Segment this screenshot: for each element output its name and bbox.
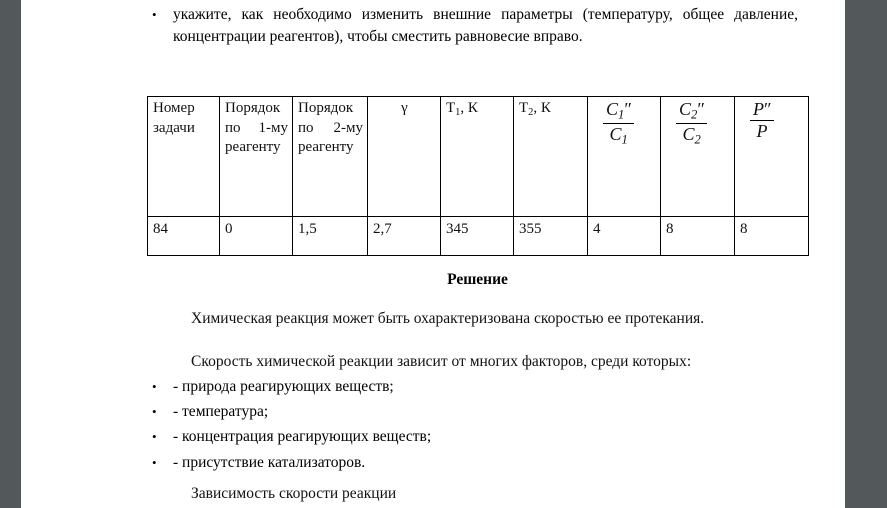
list-item-label: - температура; — [173, 403, 269, 421]
bullet-icon: • — [152, 454, 157, 470]
header-text: Порядок по 1-му реагенту — [225, 100, 288, 155]
list-item: • укажите, как необходимо изменить внешн… — [152, 4, 798, 47]
fraction-c1: C1″ C1 — [603, 99, 635, 147]
list-item-label: - концентрация реагирующих веществ; — [173, 428, 432, 446]
list-item-label: укажите, как необходимо изменить внешние… — [173, 6, 798, 45]
table-cell-order-2: 1,5 — [292, 216, 368, 256]
table-cell-gamma: 2,7 — [367, 216, 441, 256]
table-cell-c2-ratio: 8 — [660, 216, 735, 256]
fraction-denominator: C2 — [676, 122, 708, 147]
header-text: Порядок по 2-му реагенту — [298, 100, 363, 155]
fraction-p: P″ P — [750, 100, 774, 141]
table-row: 84 0 1,5 2,7 345 355 4 8 8 — [147, 216, 809, 256]
table-header-cell-pressure-ratio: P″ P — [734, 96, 809, 217]
paragraph-factors-intro: Скорость химической реакции зависит от м… — [191, 353, 692, 370]
list-item: • - присутствие катализаторов. — [152, 450, 798, 475]
intro-bullet-list: • укажите, как необходимо изменить внешн… — [152, 4, 798, 47]
factors-bullet-list: • - природа реагирующих веществ; • - тем… — [152, 374, 798, 475]
bullet-icon: • — [152, 429, 157, 445]
fraction-numerator: C1″ — [606, 99, 632, 122]
table-header-cell-concentration-ratio-1: C1″ C1 — [587, 96, 661, 217]
table-header-cell-gamma: γ — [367, 96, 441, 217]
fraction-numerator: C2″ — [679, 99, 705, 122]
fraction-denominator: C1 — [603, 122, 635, 147]
list-item: • - концентрация реагирующих веществ; — [152, 424, 798, 449]
header-text: Номер задачи — [153, 100, 195, 136]
header-text: T2, К — [519, 100, 551, 118]
section-heading-solution: Решение — [447, 271, 508, 288]
fraction-numerator: P″ — [753, 99, 772, 119]
bullet-icon: • — [152, 379, 157, 394]
table-cell-t2: 355 — [513, 216, 588, 256]
parameters-table: Номер задачи Порядок по 1-му реагенту По… — [147, 96, 809, 256]
list-item-label: - природа реагирующих веществ; — [173, 378, 394, 395]
page-gutter-right — [845, 0, 887, 508]
table-header-cell-t2: T2, К — [513, 96, 588, 217]
table-cell-task-number: 84 — [147, 216, 220, 256]
list-item-label: - присутствие катализаторов. — [173, 453, 366, 471]
bullet-icon: • — [152, 7, 157, 22]
header-text: γ — [401, 100, 408, 116]
table-header-cell-task-number: Номер задачи — [147, 96, 220, 217]
fraction-c2: C2″ C2 — [676, 99, 708, 147]
table-header-cell-t1: T1, К — [440, 96, 514, 217]
table-cell-p-ratio: 8 — [734, 216, 809, 256]
header-text: T1, К — [446, 100, 478, 118]
list-item: • - температура; — [152, 399, 798, 424]
table-cell-c1-ratio: 4 — [587, 216, 661, 256]
page-gutter-left — [0, 0, 21, 508]
table-header-row: Номер задачи Порядок по 1-му реагенту По… — [147, 96, 809, 217]
paragraph-dependence: Зависимость скорости реакции — [191, 485, 397, 502]
table-header-cell-order-reagent-1: Порядок по 1-му реагенту — [219, 96, 293, 217]
bullet-icon: • — [152, 404, 157, 420]
list-item: • - природа реагирующих веществ; — [152, 374, 798, 399]
table-cell-order-1: 0 — [219, 216, 293, 256]
table-header-cell-concentration-ratio-2: C2″ C2 — [660, 96, 735, 217]
fraction-denominator: P — [750, 119, 774, 141]
document-page: • укажите, как необходимо изменить внешн… — [21, 0, 845, 508]
table-cell-t1: 345 — [440, 216, 514, 256]
table-header-cell-order-reagent-2: Порядок по 2-му реагенту — [292, 96, 368, 217]
paragraph-reaction-rate: Химическая реакция может быть охарактери… — [191, 310, 705, 327]
